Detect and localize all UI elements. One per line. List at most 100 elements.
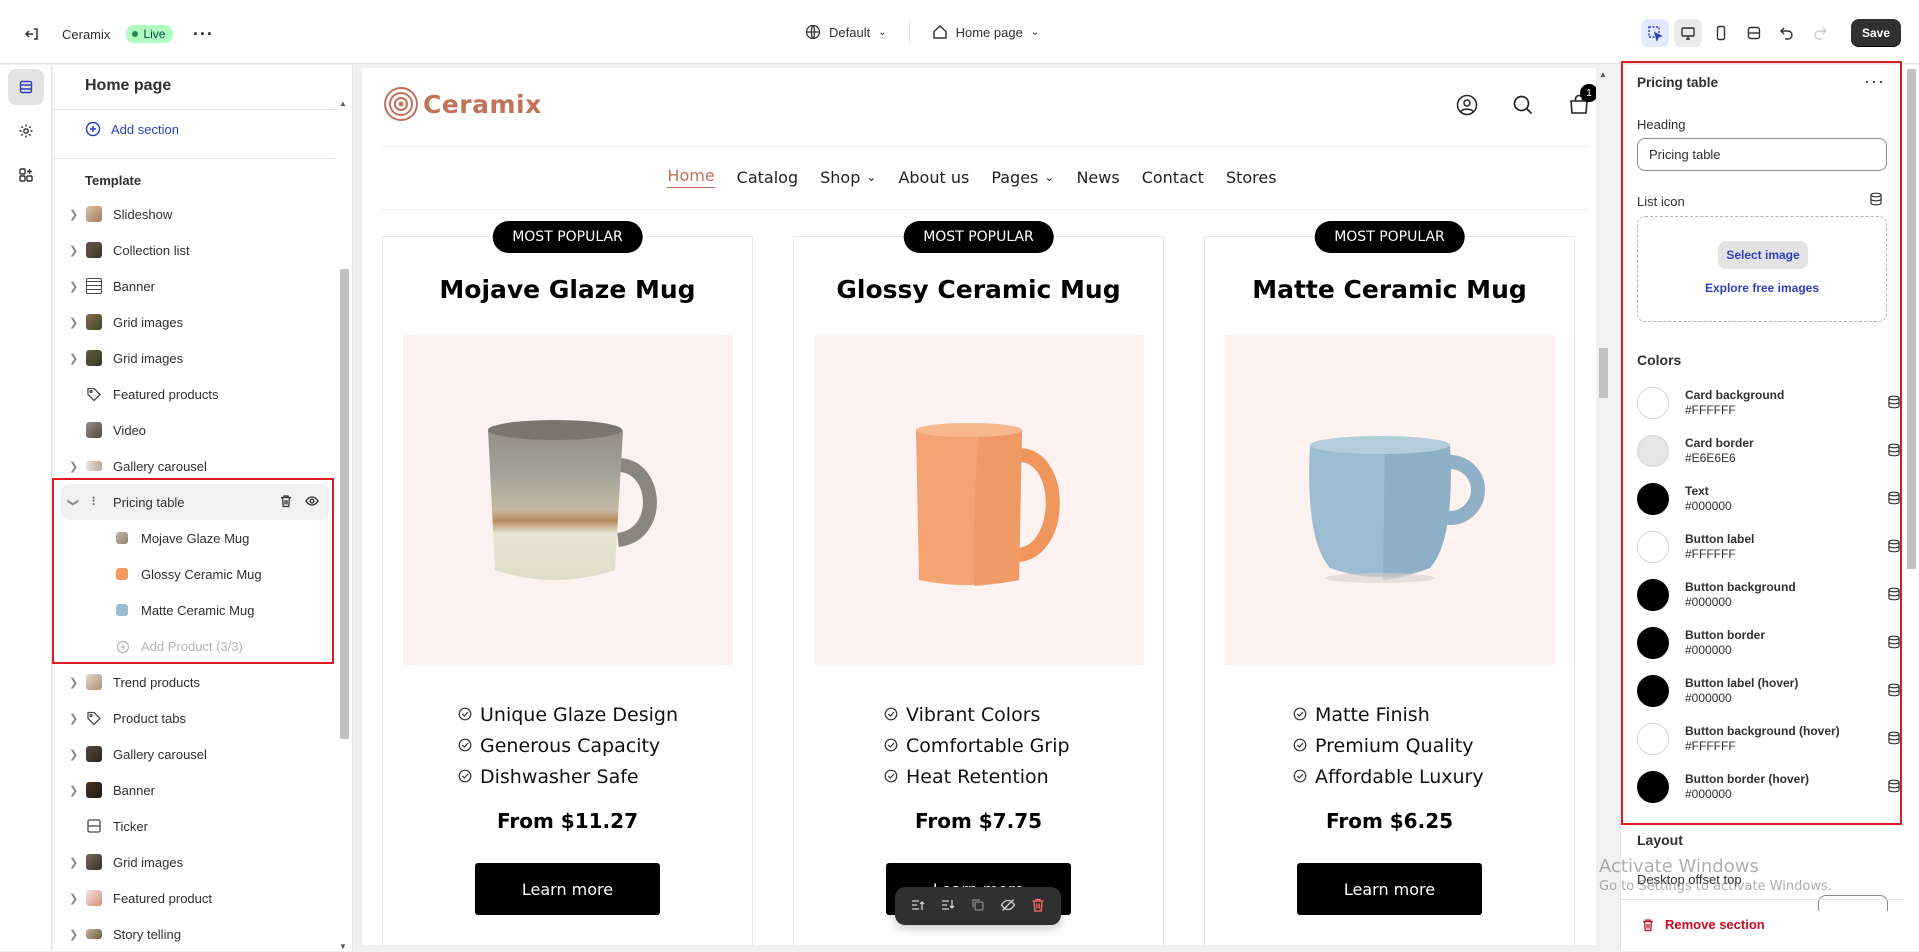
nav-stores[interactable]: Stores [1226, 166, 1277, 188]
redo-icon[interactable] [1806, 19, 1834, 47]
check-circle-icon [458, 766, 472, 788]
most-popular-badge: MOST POPULAR [903, 221, 1054, 253]
section-item-label: Product tabs [113, 710, 186, 726]
chevron-right-icon: ❯ [69, 676, 79, 689]
duplicate-icon[interactable] [970, 897, 986, 916]
section-item-grid-images[interactable]: ❯ Grid images [53, 340, 335, 376]
sections-icon[interactable] [8, 69, 44, 105]
nav-catalog[interactable]: Catalog [737, 166, 798, 188]
account-icon[interactable] [1456, 94, 1478, 119]
chevron-right-icon: ❯ [69, 280, 79, 293]
feature-item: Premium Quality [1293, 730, 1574, 761]
theme-selector[interactable]: Default ⌄ [805, 24, 887, 40]
move-down-icon[interactable] [940, 897, 956, 916]
template-label: Template [85, 173, 142, 188]
section-item-product-tabs[interactable]: ❯ Product tabs [53, 700, 335, 736]
section-item-ticker[interactable]: Ticker [53, 808, 335, 844]
nav-label: Catalog [736, 167, 799, 187]
add-section-button[interactable]: Add section [85, 121, 179, 137]
check-circle-icon [884, 766, 898, 788]
nav-about[interactable]: About us [898, 166, 969, 188]
scrollbar-thumb[interactable] [1907, 69, 1916, 569]
search-icon[interactable] [1512, 94, 1534, 119]
section-item-featured-product[interactable]: ❯ Featured product [53, 880, 335, 916]
check-circle-icon [1293, 766, 1307, 788]
ticker-icon [86, 818, 102, 834]
delete-icon[interactable] [1030, 897, 1046, 916]
apps-icon[interactable] [8, 157, 44, 193]
feature-list: Vibrant Colors Comfortable Grip Heat Ret… [794, 699, 1163, 792]
move-up-icon[interactable] [910, 897, 926, 916]
nav-news[interactable]: News [1076, 166, 1119, 188]
cart-icon[interactable]: 1 [1568, 84, 1598, 119]
pricing-card: MOST POPULAR Matte Ceramic Mug Matte Fin… [1204, 221, 1575, 945]
live-dot [132, 31, 139, 37]
live-label: Live [143, 27, 166, 41]
section-item-label: Banner [113, 782, 155, 798]
check-circle-icon [1293, 704, 1307, 726]
learn-more-button[interactable]: Learn more [1297, 863, 1482, 915]
section-item-grid-images[interactable]: ❯ Grid images [53, 304, 335, 340]
fullscreen-icon[interactable] [1740, 19, 1768, 47]
product-image [814, 335, 1144, 665]
pricing-card: MOST POPULAR Mojave Glaze Mug Unique Gla… [382, 221, 753, 945]
desktop-offset-input[interactable] [1818, 895, 1888, 911]
scroll-down-icon[interactable]: ▼ [339, 942, 347, 951]
feature-list: Unique Glaze Design Generous Capacity Di… [383, 699, 752, 792]
chevron-right-icon: ❯ [69, 748, 79, 761]
section-item-featured-products[interactable]: Featured products [53, 376, 335, 412]
chevron-right-icon: ❯ [69, 784, 79, 797]
section-item-story-telling[interactable]: ❯ Story telling [53, 916, 335, 952]
nav-contact[interactable]: Contact [1142, 166, 1204, 188]
grid-thumb [86, 854, 102, 870]
page-selector[interactable]: Home page ⌄ [932, 24, 1040, 40]
section-item-gallery-carousel[interactable]: ❯ Gallery carousel [53, 736, 335, 772]
section-item-label: Featured product [113, 890, 213, 906]
remove-section-button[interactable]: Remove section [1641, 917, 1765, 932]
nav-pages[interactable]: Pages ⌄ [991, 166, 1054, 188]
live-badge: Live [126, 25, 174, 43]
chevron-right-icon: ❯ [69, 892, 79, 905]
chevron-down-icon: ⌄ [878, 26, 887, 38]
hide-icon[interactable] [1000, 897, 1016, 916]
preview-scrollbar[interactable]: ▲ [1596, 68, 1610, 945]
settings-scrollbar[interactable] [1903, 65, 1919, 951]
nav-home[interactable]: Home [667, 166, 715, 188]
scroll-up-icon[interactable]: ▲ [1599, 70, 1607, 79]
section-item-trend-products[interactable]: ❯ Trend products [53, 664, 335, 700]
sidebar-scrollbar[interactable]: ▲ ▼ [337, 99, 351, 951]
exit-icon[interactable] [18, 20, 46, 48]
gear-icon[interactable] [8, 113, 44, 149]
scroll-up-icon[interactable]: ▲ [339, 99, 347, 108]
feature-item: Vibrant Colors [884, 699, 1163, 730]
undo-icon[interactable] [1773, 19, 1801, 47]
scrollbar-thumb[interactable] [340, 269, 349, 739]
mobile-view-icon[interactable] [1707, 19, 1735, 47]
check-circle-icon [1293, 735, 1307, 757]
page-title: Home page [85, 77, 172, 94]
section-item-label: Slideshow [113, 206, 173, 222]
featured-thumb [86, 890, 102, 906]
nav-shop[interactable]: Shop ⌄ [820, 166, 876, 188]
remove-section-label: Remove section [1665, 917, 1765, 932]
inspector-icon[interactable] [1640, 19, 1669, 47]
check-circle-icon [458, 735, 472, 757]
learn-more-button[interactable]: Learn more [475, 863, 660, 915]
section-item-banner[interactable]: ❯ Banner [53, 772, 335, 808]
check-circle-icon [884, 735, 898, 757]
tag-icon [86, 710, 102, 726]
save-button[interactable]: Save [1850, 19, 1901, 47]
divider [908, 20, 910, 44]
desktop-view-icon[interactable] [1673, 19, 1702, 47]
section-item-slideshow[interactable]: ❯ Slideshow [53, 196, 335, 232]
chevron-right-icon: ❯ [69, 856, 79, 869]
scrollbar-thumb[interactable] [1599, 348, 1608, 398]
header-icons: 1 [1456, 84, 1598, 119]
chevron-down-icon: ⌄ [1030, 26, 1040, 38]
section-item-video[interactable]: Video [53, 412, 335, 448]
section-item-banner[interactable]: ❯ Banner [53, 268, 335, 304]
more-icon[interactable]: ··· [189, 20, 217, 48]
section-item-collection-list[interactable]: ❯ Collection list [53, 232, 335, 268]
store-logo[interactable]: Ceramix [383, 86, 542, 122]
section-item-grid-images[interactable]: ❯ Grid images [53, 844, 335, 880]
